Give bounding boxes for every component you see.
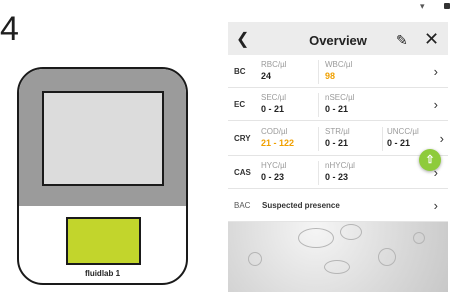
cell-value: 21 - 122: [261, 138, 295, 148]
result-row-ec[interactable]: EC SEC/µl 0 - 21 nSEC/µl 0 - 21 ›: [228, 88, 448, 121]
chevron-right-icon[interactable]: ›: [434, 55, 438, 88]
microscope-image: [228, 222, 448, 292]
status-bar: ▾: [372, 1, 452, 11]
bac-result-text: Suspected presence: [262, 201, 340, 210]
device-sample-pad: [66, 217, 141, 265]
cell-label: HYC/µl: [261, 161, 287, 170]
result-cell: STR/µl 0 - 21: [325, 127, 383, 151]
chevron-right-icon[interactable]: ›: [434, 88, 438, 121]
result-row-cas[interactable]: CAS HYC/µl 0 - 23 nHYC/µl 0 - 23 ›: [228, 156, 448, 189]
cell-label: SEC/µl: [261, 93, 287, 102]
row-code: BAC: [234, 201, 251, 210]
result-cell: RBC/µl 24: [261, 60, 319, 84]
cell-value: 98: [325, 71, 336, 81]
cell-label: STR/µl: [325, 127, 350, 136]
phone-screen: ❮ Overview ✎ ✕ BC RBC/µl 24 WBC/µl 98 › …: [228, 22, 448, 292]
cell-label: COD/µl: [261, 127, 288, 136]
device-illustration: fluidlab 1: [17, 67, 188, 285]
wifi-icon: ▾: [420, 1, 425, 11]
result-cell: WBC/µl 98: [325, 60, 383, 84]
row-code: EC: [234, 100, 246, 109]
cell-value: 24: [261, 71, 272, 81]
result-cell: SEC/µl 0 - 21: [261, 93, 319, 117]
chevron-right-icon[interactable]: ›: [434, 189, 438, 222]
result-cell: HYC/µl 0 - 23: [261, 161, 319, 185]
row-code: CAS: [234, 168, 251, 177]
cell-label: nSEC/µl: [325, 93, 355, 102]
cell-label: RBC/µl: [261, 60, 287, 69]
cloud-upload-button[interactable]: ⇧: [419, 149, 441, 171]
cell-value: 0 - 23: [325, 172, 349, 182]
results-list: BC RBC/µl 24 WBC/µl 98 › EC SEC/µl 0 - 2…: [228, 55, 448, 222]
cell-value: 0 - 21: [325, 138, 349, 148]
particle: [340, 224, 362, 240]
particle: [298, 228, 334, 248]
particle: [413, 232, 425, 244]
close-icon[interactable]: ✕: [424, 29, 439, 49]
row-code: BC: [234, 67, 246, 76]
cell-label: WBC/µl: [325, 60, 353, 69]
result-row-bac[interactable]: BAC Suspected presence ›: [228, 189, 448, 222]
cell-value: 0 - 21: [387, 138, 411, 148]
battery-icon: [444, 3, 450, 9]
cell-label: nHYC/µl: [325, 161, 355, 170]
device-brand-label: fluidlab 1: [84, 269, 121, 278]
cell-value: 0 - 21: [325, 104, 349, 114]
step-number: 4: [0, 10, 19, 48]
cell-value: 0 - 21: [261, 104, 285, 114]
result-cell: nSEC/µl 0 - 21: [325, 93, 383, 117]
cell-value: 0 - 23: [261, 172, 285, 182]
cloud-upload-icon: ⇧: [425, 154, 435, 166]
pencil-icon[interactable]: ✎: [396, 31, 408, 49]
result-row-bc[interactable]: BC RBC/µl 24 WBC/µl 98 ›: [228, 55, 448, 88]
result-cell: COD/µl 21 - 122: [261, 127, 319, 151]
row-code: CRY: [234, 134, 251, 143]
particle: [324, 260, 350, 274]
result-cell: nHYC/µl 0 - 23: [325, 161, 383, 185]
device-screen: [42, 91, 164, 186]
result-row-cry[interactable]: CRY COD/µl 21 - 122 STR/µl 0 - 21 UNCC/µ…: [228, 121, 448, 156]
cell-label: UNCC/µl: [387, 127, 419, 136]
result-cell: UNCC/µl 0 - 21: [387, 127, 435, 151]
particle: [378, 248, 396, 266]
particle: [248, 252, 262, 266]
page-title: Overview: [309, 33, 367, 48]
overview-header: ❮ Overview ✎ ✕: [228, 28, 448, 54]
